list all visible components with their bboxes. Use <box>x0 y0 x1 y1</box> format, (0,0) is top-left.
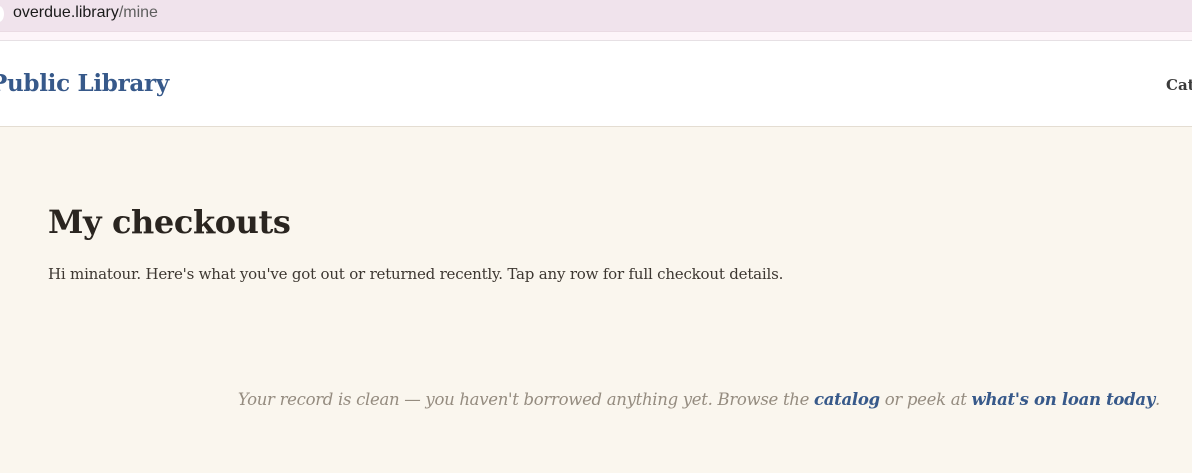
empty-state-message: Your record is clean — you haven't borro… <box>238 389 1160 411</box>
site-header: Public Library Cat <box>0 40 1192 127</box>
empty-state-text-middle: or peek at <box>879 390 972 409</box>
url-host: overdue.library <box>13 4 119 21</box>
site-info-icon[interactable] <box>0 6 4 22</box>
empty-state-text-after: . <box>1155 390 1160 409</box>
url-path: /mine <box>118 4 158 21</box>
catalog-link[interactable]: catalog <box>814 390 880 409</box>
url-field[interactable]: overdue.library/mine <box>13 3 158 23</box>
page-title: My checkouts <box>48 203 291 241</box>
empty-state-text-before: Your record is clean — you haven't borro… <box>237 390 815 409</box>
on-loan-today-link[interactable]: what's on loan today <box>972 390 1156 409</box>
nav-catalog-link[interactable]: Cat <box>1166 76 1192 94</box>
intro-text: Hi minatour. Here's what you've got out … <box>48 265 784 283</box>
browser-address-bar[interactable]: overdue.library/mine <box>0 0 1192 32</box>
toolbar-divider <box>0 32 1192 40</box>
site-brand-link[interactable]: Public Library <box>0 70 169 97</box>
